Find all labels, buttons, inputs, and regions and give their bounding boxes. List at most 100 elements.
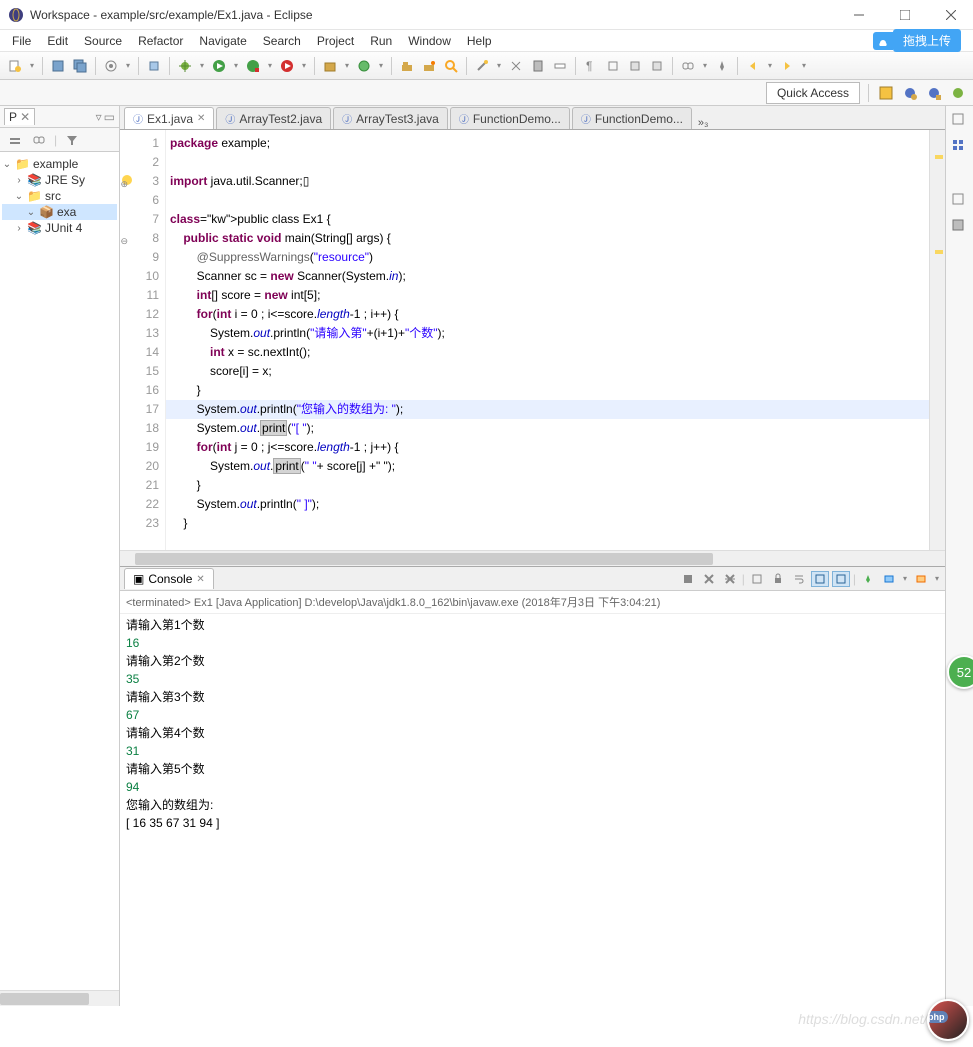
remove-all-icon[interactable] [721,571,739,587]
notification-badge[interactable]: 52 [947,655,973,689]
display-selected-icon[interactable] [880,571,898,587]
tab-arraytest2[interactable]: ⒿArrayTest2.java [216,107,331,129]
scrollbar-horizontal[interactable] [0,990,119,1006]
menu-source[interactable]: Source [84,34,122,48]
build-icon[interactable] [145,57,163,75]
dropdown-icon[interactable]: ▾ [766,61,774,70]
coverage-icon[interactable] [244,57,262,75]
menu-refactor[interactable]: Refactor [138,34,183,48]
tab-functiondemo2[interactable]: ⒿFunctionDemo... [572,107,692,129]
open-perspective-icon[interactable] [877,84,895,102]
project-tree[interactable]: ⌄📁example ›📚JRE Sy ⌄📁src ⌄📦exa ›📚JUnit 4 [0,152,119,990]
menu-help[interactable]: Help [467,34,492,48]
outline-view-icon[interactable] [951,138,969,156]
dropdown-icon[interactable]: ▾ [377,61,385,70]
tree-package[interactable]: ⌄📦exa [2,204,117,220]
more-tabs-icon[interactable]: »₃ [698,117,709,129]
dropdown-icon[interactable]: ▾ [901,574,909,583]
forward-icon[interactable] [778,57,796,75]
outline-icon[interactable] [648,57,666,75]
dropdown-icon[interactable]: ▾ [198,61,206,70]
menu-edit[interactable]: Edit [47,34,68,48]
debug-perspective-icon[interactable] [949,84,967,102]
close-icon[interactable]: ✕ [196,574,204,585]
maximize-button[interactable] [891,5,919,25]
dropdown-icon[interactable]: ▾ [28,61,36,70]
tree-junit[interactable]: ›📚JUnit 4 [2,220,117,236]
scrollbar-horizontal[interactable] [120,550,945,566]
scroll-lock-icon[interactable] [769,571,787,587]
tab-functiondemo1[interactable]: ⒿFunctionDemo... [450,107,570,129]
pin-icon[interactable] [713,57,731,75]
restore-icon[interactable] [951,192,969,210]
close-icon[interactable]: ✕ [197,113,205,124]
dropdown-icon[interactable]: ▾ [124,61,132,70]
run-icon[interactable] [210,57,228,75]
open-task-icon[interactable] [420,57,438,75]
bookmark-icon[interactable] [626,57,644,75]
package-explorer-tab[interactable]: P ✕ [4,108,35,125]
close-icon[interactable]: ✕ [20,110,30,124]
search-icon[interactable] [442,57,460,75]
dropdown-icon[interactable]: ▾ [300,61,308,70]
link-icon[interactable] [679,57,697,75]
tree-jre[interactable]: ›📚JRE Sy [2,172,117,188]
open-type-icon[interactable] [398,57,416,75]
ruler-icon[interactable] [551,57,569,75]
menu-window[interactable]: Window [408,34,451,48]
new-icon[interactable] [6,57,24,75]
tasks-view-icon[interactable] [951,218,969,236]
show-on-output-icon[interactable] [811,571,829,587]
cloud-icon[interactable] [873,32,893,50]
terminate-icon[interactable] [679,571,697,587]
java-perspective-icon[interactable] [901,84,919,102]
remove-launch-icon[interactable] [700,571,718,587]
filter-icon[interactable] [63,131,81,149]
menu-project[interactable]: Project [317,34,354,48]
save-all-icon[interactable] [71,57,89,75]
dropdown-icon[interactable]: ▾ [701,61,709,70]
new-package-icon[interactable] [321,57,339,75]
paste-icon[interactable] [529,57,547,75]
minimize-view-icon[interactable]: ▭ [104,110,115,124]
collapse-all-icon[interactable] [6,131,24,149]
cut-icon[interactable] [507,57,525,75]
back-icon[interactable] [744,57,762,75]
code-editor[interactable]: 123⊕678⊖91011121314151617181920212223 pa… [120,130,945,550]
dropdown-icon[interactable]: ▾ [800,61,808,70]
show-on-error-icon[interactable] [832,571,850,587]
wand-icon[interactable] [473,57,491,75]
menu-search[interactable]: Search [263,34,301,48]
console-tab[interactable]: ▣Console ✕ [124,568,214,589]
tree-project[interactable]: ⌄📁example [2,156,117,172]
dropdown-icon[interactable]: ▾ [266,61,274,70]
tab-arraytest3[interactable]: ⒿArrayTest3.java [333,107,448,129]
pin-console-icon[interactable] [859,571,877,587]
new-class-icon[interactable] [355,57,373,75]
dropdown-icon[interactable]: ▾ [933,574,941,583]
clear-console-icon[interactable] [748,571,766,587]
debug-icon[interactable] [176,57,194,75]
quick-access-input[interactable]: Quick Access [766,82,860,104]
restore-icon[interactable] [951,112,969,130]
view-menu-icon[interactable]: ▿ [96,110,102,124]
dropdown-icon[interactable]: ▾ [232,61,240,70]
word-wrap-icon[interactable] [790,571,808,587]
dropdown-icon[interactable]: ▾ [343,61,351,70]
minimize-button[interactable] [845,5,873,25]
menu-file[interactable]: File [12,34,31,48]
console-output[interactable]: 请输入第1个数16请输入第2个数35请输入第3个数67请输入第4个数31请输入第… [120,614,945,1006]
menu-run[interactable]: Run [370,34,392,48]
save-icon[interactable] [49,57,67,75]
link-editor-icon[interactable] [30,131,48,149]
toggle-icon[interactable] [102,57,120,75]
menu-navigate[interactable]: Navigate [199,34,246,48]
close-button[interactable] [937,5,965,25]
upload-button[interactable]: 拖拽上传 [893,29,961,52]
open-console-icon[interactable] [912,571,930,587]
tree-src[interactable]: ⌄📁src [2,188,117,204]
ext-tools-icon[interactable] [278,57,296,75]
show-whitespace-icon[interactable]: ¶ [582,57,600,75]
tab-ex1[interactable]: ⒿEx1.java✕ [124,107,214,129]
dropdown-icon[interactable]: ▾ [495,61,503,70]
